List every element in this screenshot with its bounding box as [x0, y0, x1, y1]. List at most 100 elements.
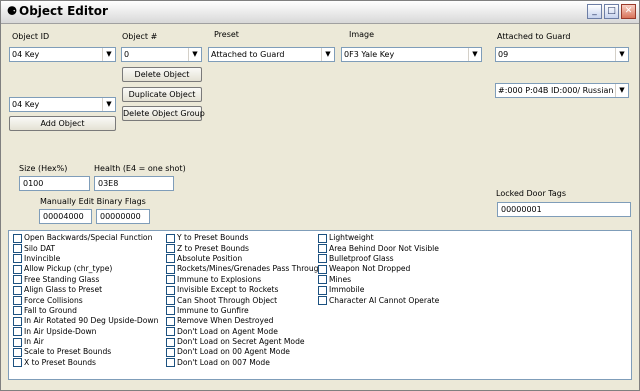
checkbox[interactable] [166, 254, 175, 264]
flag-checkbox-item[interactable]: Invincible [13, 254, 158, 264]
window-title: Object Editor [19, 4, 108, 18]
checkbox[interactable] [13, 306, 22, 316]
flag-checkbox-item[interactable]: Allow Pickup (chr_type) [13, 264, 158, 274]
checkbox[interactable] [318, 244, 327, 254]
checkbox[interactable] [13, 316, 22, 326]
flag-checkbox-item[interactable]: Free Standing Glass [13, 275, 158, 285]
health-input[interactable]: 03E8 [94, 176, 174, 191]
app-icon: ⚈ [6, 4, 18, 18]
flag-checkbox-item[interactable]: Can Shoot Through Object [166, 295, 323, 306]
checkbox[interactable] [13, 244, 22, 254]
flag-label: Free Standing Glass [24, 274, 100, 284]
flag-checkbox-item[interactable]: Don't Load on 00 Agent Mode [166, 347, 323, 357]
checkbox[interactable] [13, 337, 22, 347]
flag-checkbox-item[interactable]: Remove When Destroyed [166, 316, 323, 326]
flag-checkbox-item[interactable]: Y to Preset Bounds [166, 233, 323, 243]
flag-checkbox-item[interactable]: Force Collisions [13, 295, 158, 306]
flag-checkbox-item[interactable]: Lightweight [318, 233, 439, 243]
flag-checkbox-item[interactable]: Immune to Explosions [166, 275, 323, 285]
flag-checkbox-item[interactable]: Weapon Not Dropped [318, 264, 439, 274]
flag-checkbox-item[interactable]: Bulletproof Glass [318, 254, 439, 264]
attached-to-guard-label: Attached to Guard [497, 32, 571, 41]
checkbox[interactable] [318, 296, 327, 306]
flag-checkbox-item[interactable]: Absolute Position [166, 254, 323, 264]
flag-label: Z to Preset Bounds [177, 243, 250, 253]
flag-label: Allow Pickup (chr_type) [24, 264, 113, 274]
delete-object-group-button[interactable]: Delete Object Group [122, 106, 205, 121]
flag-label: Weapon Not Dropped [329, 264, 411, 274]
maximize-button[interactable]: □ [604, 4, 619, 19]
checkbox[interactable] [166, 327, 175, 337]
size-input[interactable]: 0100 [19, 176, 90, 191]
size-label: Size (Hex%) [19, 164, 68, 173]
object-number-value: 0 [124, 50, 130, 59]
flag-checkbox-item[interactable]: Open Backwards/Special Function [13, 233, 158, 243]
flag-checkbox-item[interactable]: Z to Preset Bounds [166, 243, 323, 254]
checkbox[interactable] [166, 296, 175, 306]
flag-checkbox-item[interactable]: Scale to Preset Bounds [13, 347, 158, 357]
checkbox[interactable] [318, 254, 327, 264]
checkbox[interactable] [166, 244, 175, 254]
flag-checkbox-item[interactable]: Silo DAT [13, 243, 158, 254]
flag-checkbox-item[interactable]: In Air Rotated 90 Deg Upside-Down [13, 316, 158, 326]
binary-flags-input-2[interactable]: 00000000 [96, 209, 150, 224]
add-object-type-value: 04 Key [12, 100, 40, 109]
image-select[interactable]: 0F3 Yale Key ▼ [341, 47, 482, 62]
add-object-button[interactable]: Add Object [9, 116, 116, 131]
object-number-select[interactable]: 0 ▼ [121, 47, 202, 62]
flag-checkbox-item[interactable]: Don't Load on Agent Mode [166, 327, 323, 337]
flag-checkbox-item[interactable]: Rockets/Mines/Grenades Pass Through [166, 264, 323, 274]
checkbox[interactable] [166, 285, 175, 295]
flag-checkbox-item[interactable]: Align Glass to Preset [13, 285, 158, 295]
flag-checkbox-item[interactable]: Immune to Gunfire [166, 306, 323, 316]
minimize-button[interactable]: _ [587, 4, 602, 19]
flag-label: In Air Upside-Down [24, 326, 97, 336]
flag-checkbox-item[interactable]: Fall to Ground [13, 306, 158, 316]
flag-checkbox-item[interactable]: Mines [318, 275, 439, 285]
flag-checkbox-item[interactable]: Area Behind Door Not Visible [318, 243, 439, 254]
checkbox[interactable] [13, 296, 22, 306]
checkbox[interactable] [318, 233, 327, 243]
delete-object-button[interactable]: Delete Object [122, 67, 202, 82]
flag-checkbox-item[interactable]: In Air Upside-Down [13, 327, 158, 337]
checkbox[interactable] [166, 316, 175, 326]
checkbox[interactable] [166, 347, 175, 357]
flag-checkbox-item[interactable]: X to Preset Bounds [13, 358, 158, 368]
flag-label: Rockets/Mines/Grenades Pass Through [177, 264, 324, 274]
checkbox[interactable] [318, 285, 327, 295]
checkbox[interactable] [13, 264, 22, 274]
checkbox[interactable] [13, 254, 22, 264]
title-bar[interactable]: ⚈ Object Editor _ □ ✕ [1, 1, 639, 24]
checkbox[interactable] [166, 233, 175, 243]
flag-checkbox-item[interactable]: In Air [13, 337, 158, 347]
locked-door-tags-input[interactable]: 00000001 [497, 202, 631, 217]
checkbox[interactable] [13, 358, 22, 368]
guard-detail-select[interactable]: #:000 P:04B ID:000/ Russian Sold ▼ [495, 83, 629, 98]
checkbox[interactable] [166, 358, 175, 368]
flag-checkbox-item[interactable]: Don't Load on Secret Agent Mode [166, 337, 323, 347]
duplicate-object-button[interactable]: Duplicate Object [122, 87, 202, 102]
close-button[interactable]: ✕ [621, 4, 636, 19]
add-object-type-select[interactable]: 04 Key ▼ [9, 97, 116, 112]
flag-checkbox-item[interactable]: Character AI Cannot Operate [318, 295, 439, 306]
flag-checkbox-item[interactable]: Immobile [318, 285, 439, 295]
chevron-down-icon: ▼ [188, 48, 201, 61]
object-id-select[interactable]: 04 Key ▼ [9, 47, 116, 62]
checkbox[interactable] [166, 264, 175, 274]
checkbox[interactable] [166, 337, 175, 347]
binary-flags-input-1[interactable]: 00004000 [39, 209, 92, 224]
checkbox[interactable] [13, 285, 22, 295]
checkbox[interactable] [318, 275, 327, 285]
flag-checkbox-item[interactable]: Invisible Except to Rockets [166, 285, 323, 295]
checkbox[interactable] [166, 306, 175, 316]
checkbox[interactable] [13, 347, 22, 357]
flag-label: Immobile [329, 285, 365, 295]
checkbox[interactable] [318, 264, 327, 274]
checkbox[interactable] [166, 275, 175, 285]
checkbox[interactable] [13, 327, 22, 337]
preset-select[interactable]: Attached to Guard ▼ [208, 47, 335, 62]
checkbox[interactable] [13, 275, 22, 285]
checkbox[interactable] [13, 233, 22, 243]
flag-checkbox-item[interactable]: Don't Load on 007 Mode [166, 358, 323, 368]
attached-to-guard-select[interactable]: 09 ▼ [495, 47, 629, 62]
